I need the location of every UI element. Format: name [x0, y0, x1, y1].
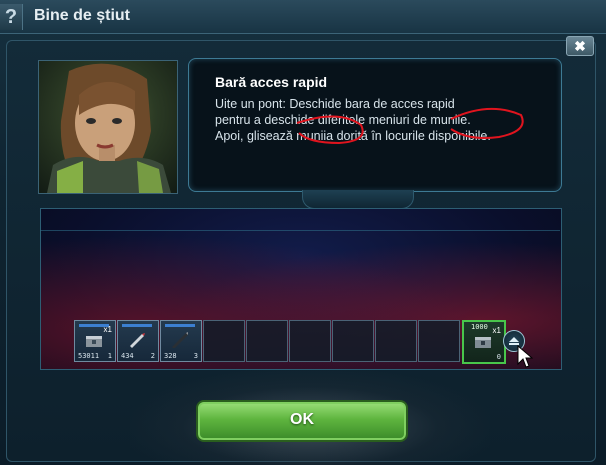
slot-quantity: 434: [121, 352, 134, 360]
slot-multiplier: x1: [103, 325, 112, 334]
ammo-crate-icon: [86, 336, 102, 347]
ok-button[interactable]: OK: [196, 400, 408, 442]
quickbar-slot-6[interactable]: [289, 320, 331, 362]
circuit-line: [40, 230, 560, 231]
slot-number: 1: [107, 352, 112, 360]
quickbar-special-slot[interactable]: 1000 x1 0: [462, 320, 506, 364]
slot-multiplier: x1: [492, 326, 501, 335]
missile-icon: [172, 332, 188, 348]
character-portrait: [38, 60, 178, 194]
window-title: Bine de știut: [34, 7, 131, 24]
title-bar: ? Bine de știut: [0, 0, 606, 34]
quickbar-slot-4[interactable]: [203, 320, 245, 362]
quickbar-slot-7[interactable]: [332, 320, 374, 362]
slot-top-number: 1000: [471, 323, 488, 331]
red-annotations: [296, 107, 524, 145]
quickbar-slot-3[interactable]: 328 3: [160, 320, 202, 362]
slot-quantity: 328: [164, 352, 177, 360]
slot-ammo-bar: [122, 324, 152, 327]
quickbar-slot-1[interactable]: x1 53011 1: [74, 320, 116, 362]
slot-number: 2: [150, 352, 155, 360]
close-button[interactable]: ✖: [566, 36, 594, 56]
quickbar-slot-5[interactable]: [246, 320, 288, 362]
slot-quantity: 53011: [78, 352, 100, 360]
slot-ammo-bar: [165, 324, 195, 327]
quickbar-slot-8[interactable]: [375, 320, 417, 362]
portrait-illustration: [47, 63, 171, 193]
quickbar-slot-2[interactable]: 434 2: [117, 320, 159, 362]
crate-green-icon: [475, 337, 491, 348]
help-icon[interactable]: ?: [0, 4, 23, 30]
slot-number: 3: [193, 352, 198, 360]
quickbar-slot-9[interactable]: [418, 320, 460, 362]
bubble-connector: [302, 190, 414, 209]
rocket-icon: [130, 333, 145, 348]
tip-bubble: Bară acces rapid Uite un pont: Deschide …: [188, 58, 562, 192]
slot-number: 0: [496, 353, 501, 361]
mouse-cursor-icon: [517, 345, 533, 368]
tutorial-window: ? Bine de știut ✖ Bară acces rapid Uite …: [0, 0, 606, 465]
